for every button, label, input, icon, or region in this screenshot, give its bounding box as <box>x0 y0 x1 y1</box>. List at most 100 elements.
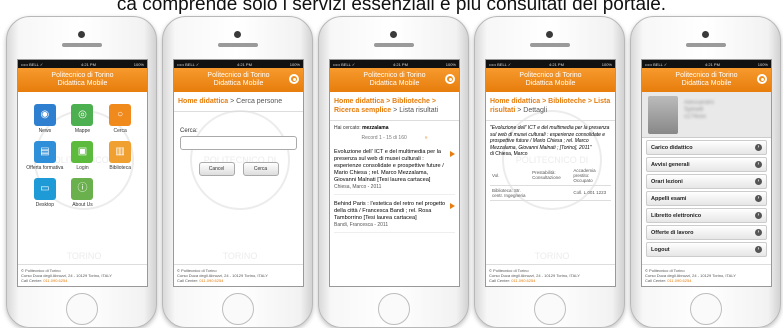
clock: 4:21 PM <box>393 61 408 67</box>
search-button[interactable]: Cerca <box>242 162 279 176</box>
home-button[interactable] <box>222 293 254 325</box>
breadcrumb-home-link[interactable]: Home didattica <box>178 98 228 105</box>
record-description: "Evoluzione dell' ICT e del multimedia p… <box>490 125 610 157</box>
app-header: Politecnico di Torino Didattica Mobile <box>18 68 147 92</box>
page-caption: ca comprende solo i servizi essenziali e… <box>116 0 667 15</box>
battery: 100% <box>289 61 300 67</box>
rss-icon: ◉ <box>33 104 56 126</box>
speaker <box>530 43 570 47</box>
breadcrumb: Home didattica > Biblioteche > Ricerca s… <box>330 92 459 121</box>
breadcrumb-home-link[interactable]: Home didattica <box>490 98 540 105</box>
speaker <box>686 43 726 47</box>
gear-icon[interactable] <box>445 74 455 84</box>
tile-cerca[interactable]: ○ Cerca <box>101 104 139 134</box>
app-subtitle: Didattica Mobile <box>57 80 108 87</box>
menu-item-offerte-di-lavoro[interactable]: Offerte di lavoro › <box>646 225 767 240</box>
speaker <box>374 43 414 47</box>
menu-item-appelli-esami[interactable]: Appelli esami › <box>646 191 767 206</box>
breadcrumb-home-link[interactable]: Home didattica <box>334 98 384 105</box>
list-item[interactable]: Behind Paris : l'estetica del retro nel … <box>334 201 455 233</box>
phone-results: ••••• BELL ✓ 4:21 PM 100% Politecnico di… <box>318 16 469 328</box>
battery: 100% <box>445 61 456 67</box>
app-subtitle: Didattica Mobile <box>525 80 576 87</box>
menu-item-libretto-elettronico[interactable]: Libretto elettronico › <box>646 208 767 223</box>
menu-item-logout[interactable]: Logout › <box>646 242 767 257</box>
home-button[interactable] <box>378 293 410 325</box>
menu-item-avvisi-generali[interactable]: Avvisi generali › <box>646 157 767 172</box>
status-bar: ••••• BELL ✓ 4:21 PM 100% <box>486 60 615 68</box>
tile-biblioteca[interactable]: ▥ Biblioteca <box>101 141 139 171</box>
holdings-table: Vol. Prestabilità: Consultazione Accademia… <box>490 165 611 201</box>
call-center-link[interactable]: 011.090.6254 <box>43 278 67 283</box>
call-center-link[interactable]: 011.090.6254 <box>667 278 691 283</box>
app-header: Politecnico di Torino Didattica Mobile <box>486 68 615 92</box>
breadcrumb-biblioteche-link[interactable]: > Biblioteche > <box>542 98 592 105</box>
home-button[interactable] <box>690 293 722 325</box>
compass-icon: ◎ <box>71 104 94 126</box>
next-page-icon[interactable]: » <box>425 135 428 141</box>
home-tile-grid: ◉ News ◎ Mappe ○ Cerca ▤ Offerta formativa ▣… <box>18 92 147 208</box>
camera <box>234 31 241 38</box>
camera <box>78 31 85 38</box>
menu-item-orari-lezioni[interactable]: Orari lezioni › <box>646 174 767 189</box>
call-center-link[interactable]: 011.090.6254 <box>199 278 223 283</box>
home-button[interactable] <box>534 293 566 325</box>
app-header: Politecnico di Torino Didattica Mobile <box>642 68 771 92</box>
app-title: Politecnico di Torino <box>51 72 114 79</box>
chevron-right-icon: › <box>755 246 762 253</box>
gear-icon[interactable] <box>757 74 767 84</box>
tile-news[interactable]: ◉ News <box>26 104 64 134</box>
footer: © Politecnico di Torino Corso Duca degli… <box>18 264 147 286</box>
chevron-right-icon <box>450 203 455 209</box>
status-bar: ••••• BELL ✓ 4:21 PM 100% <box>174 60 303 68</box>
home-button[interactable] <box>66 293 98 325</box>
cancel-button[interactable]: Cancel <box>198 162 235 176</box>
phone-detail: ••••• BELL ✓ 4:21 PM 100% Politecnico di… <box>474 16 625 328</box>
screen-home: ••••• BELL ✓ 4:21 PM 100% Politecnico di… <box>17 59 148 287</box>
clock: 4:21 PM <box>237 61 252 67</box>
menu-item-carico-didattico[interactable]: Carico didattico › <box>646 140 767 155</box>
call-center-link[interactable]: 011.090.6254 <box>511 278 535 283</box>
phone-search: ••••• BELL ✓ 4:21 PM 100% Politecnico di… <box>162 16 313 328</box>
profile-name: Alessandro Spinelli s174xxx <box>684 100 715 120</box>
camera <box>390 31 397 38</box>
search-input[interactable] <box>180 136 297 150</box>
clock: 4:21 PM <box>705 61 720 67</box>
tile-offerta-formativa[interactable]: ▤ Offerta formativa <box>26 141 64 171</box>
record-count: Record 1 - 15 di 160» <box>361 135 428 141</box>
speaker <box>218 43 258 47</box>
carrier: ••••• BELL ✓ <box>177 61 200 67</box>
carrier: ••••• BELL ✓ <box>21 61 44 67</box>
tile-login[interactable]: ▣ Login <box>64 141 102 171</box>
app-subtitle: Didattica Mobile <box>681 80 732 87</box>
app-subtitle: Didattica Mobile <box>369 80 420 87</box>
chevron-right-icon <box>450 151 455 157</box>
chevron-right-icon: › <box>755 212 762 219</box>
breadcrumb-biblioteche-link[interactable]: > Biblioteche > <box>386 98 436 105</box>
status-bar: ••••• BELL ✓ 4:21 PM 100% <box>330 60 459 68</box>
list-item[interactable]: Evoluzione dell' ICT e del multimedia pe… <box>334 149 455 195</box>
phone-profile: ••••• BELL ✓ 4:21 PM 100% Politecnico di… <box>630 16 781 328</box>
screen-detail: ••••• BELL ✓ 4:21 PM 100% Politecnico di… <box>485 59 616 287</box>
screen-profile: ••••• BELL ✓ 4:21 PM 100% Politecnico di… <box>641 59 772 287</box>
table-row: Vol. Prestabilità: Consultazione Accademia… <box>490 165 611 186</box>
app-title: Politecnico di Torino <box>675 72 738 79</box>
tile-about-us[interactable]: ⓘ About Us <box>64 178 102 208</box>
footer: © Politecnico di Torino Corso Duca degli… <box>642 264 771 286</box>
footer: © Politecnico di Torino Corso Duca degli… <box>486 264 615 286</box>
tile-mappe[interactable]: ◎ Mappe <box>64 104 102 134</box>
app-header: Politecnico di Torino Didattica Mobile <box>330 68 459 92</box>
screen-results: ••••• BELL ✓ 4:21 PM 100% Politecnico di… <box>329 59 460 287</box>
screen-search: ••••• BELL ✓ 4:21 PM 100% Politecnico di… <box>173 59 304 287</box>
tile-desktop[interactable]: ▭ Desktop <box>26 178 64 208</box>
gear-icon[interactable] <box>289 74 299 84</box>
breadcrumb-ricerca-link[interactable]: Ricerca semplice <box>334 107 391 114</box>
app-title: Politecnico di Torino <box>519 72 582 79</box>
phone-gallery: ••••• BELL ✓ 4:21 PM 100% Politecnico di… <box>0 16 783 328</box>
lock-icon: ▣ <box>71 141 94 163</box>
chevron-right-icon: › <box>755 144 762 151</box>
clock: 4:21 PM <box>81 61 96 67</box>
app-title: Politecnico di Torino <box>363 72 426 79</box>
battery: 100% <box>757 61 768 67</box>
app-title: Politecnico di Torino <box>207 72 270 79</box>
